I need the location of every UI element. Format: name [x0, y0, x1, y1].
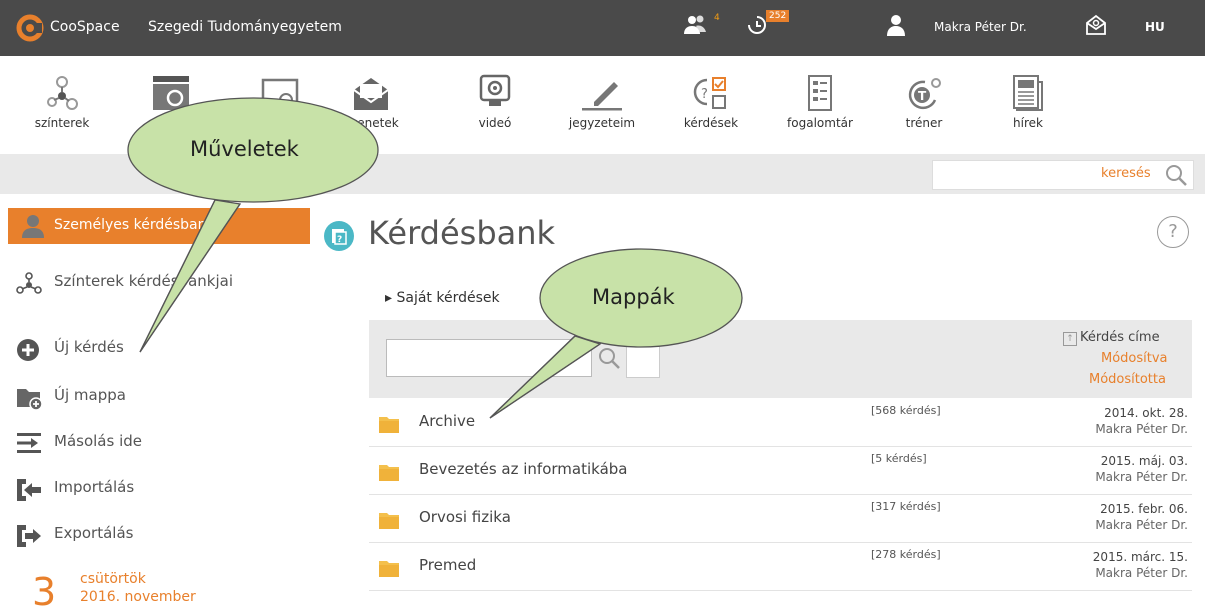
folders-callout-bubble — [489, 335, 602, 419]
operations-callout-text: Műveletek — [190, 137, 299, 161]
folders-callout-text: Mappák — [592, 285, 675, 309]
